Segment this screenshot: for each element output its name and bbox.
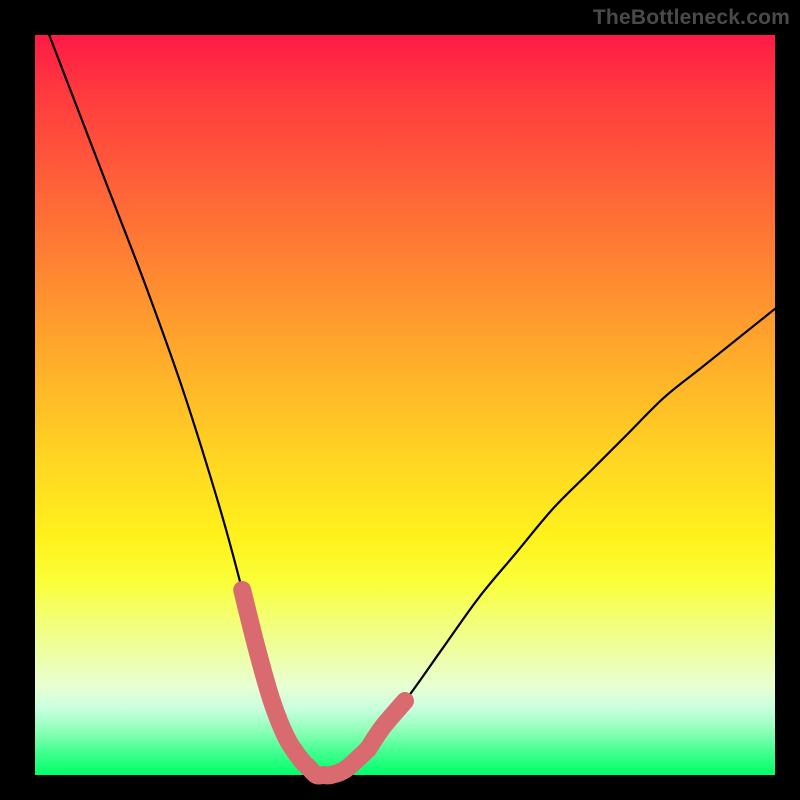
- highlight-segment: [368, 701, 405, 749]
- bottleneck-curve: [35, 0, 775, 776]
- highlight-segment: [309, 749, 368, 775]
- watermark-text: TheBottleneck.com: [593, 6, 790, 30]
- curve-layer: [35, 35, 775, 775]
- highlight-segments: [242, 590, 405, 776]
- chart-frame: TheBottleneck.com: [0, 0, 800, 800]
- plot-area: [35, 35, 775, 775]
- highlight-segment: [242, 590, 309, 768]
